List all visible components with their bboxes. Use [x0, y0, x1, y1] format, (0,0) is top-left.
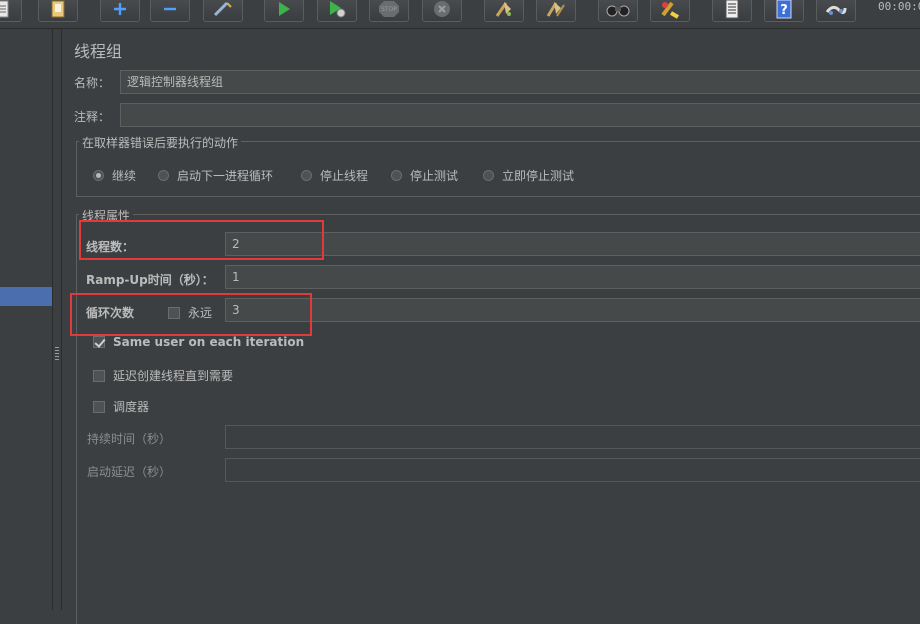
stop-icon[interactable]: STOP: [369, 0, 409, 22]
duration-label: 持续时间（秒）: [87, 432, 172, 446]
clear-all-icon[interactable]: [536, 0, 576, 22]
error-action-legend: 在取样器错误后要执行的动作: [79, 134, 242, 151]
start-no-pause-icon[interactable]: [317, 0, 357, 22]
comment-field[interactable]: [120, 103, 920, 127]
delay-thread-creation-checkbox[interactable]: 延迟创建线程直到需要: [93, 367, 233, 384]
comment-label: 注释：: [74, 110, 111, 124]
radio-stop-thread[interactable]: 停止线程: [301, 167, 368, 184]
svg-text:STOP: STOP: [381, 6, 397, 13]
svg-text:?: ?: [780, 3, 788, 18]
start-icon[interactable]: [264, 0, 304, 22]
clear-icon[interactable]: [484, 0, 524, 22]
startup-delay-label: 启动延迟（秒）: [87, 465, 172, 479]
radio-stop-test-now[interactable]: 立即停止测试: [483, 167, 574, 184]
same-user-checkbox-box[interactable]: [93, 336, 105, 348]
radio-start-next-loop-dot[interactable]: [158, 170, 169, 181]
delay-thread-creation-label: 延迟创建线程直到需要: [113, 369, 234, 383]
radio-stop-test-now-dot[interactable]: [483, 170, 494, 181]
same-user-label: Same user on each iteration: [113, 335, 305, 349]
radio-start-next-loop[interactable]: 启动下一进程循环: [158, 167, 273, 184]
loop-count-field[interactable]: 3: [225, 298, 920, 322]
splitter-grip-icon[interactable]: [55, 347, 59, 361]
rampup-field[interactable]: 1: [225, 265, 920, 289]
remote-icon[interactable]: [816, 0, 856, 22]
name-field[interactable]: 逻辑控制器线程组: [120, 70, 920, 94]
help-icon[interactable]: ?: [764, 0, 804, 22]
thread-count-field[interactable]: 2: [225, 232, 920, 256]
radio-stop-test[interactable]: 停止测试: [391, 167, 458, 184]
rampup-label: Ramp-Up时间（秒）：: [86, 273, 214, 287]
page-title: 线程组: [74, 42, 123, 61]
same-user-checkbox[interactable]: Same user on each iteration: [93, 335, 304, 349]
templates-icon[interactable]: [38, 0, 78, 22]
delay-thread-creation-checkbox-box[interactable]: [93, 369, 105, 382]
radio-continue-dot[interactable]: [93, 170, 104, 181]
highlight-loop-count: [70, 293, 312, 336]
template-icon[interactable]: [0, 0, 22, 22]
scheduler-checkbox[interactable]: 调度器: [93, 398, 149, 415]
elapsed-timer: 00:00:0: [878, 0, 920, 13]
tree-selected-node[interactable]: [0, 287, 52, 306]
radio-stop-test-now-label: 立即停止测试: [502, 169, 575, 183]
name-label: 名称：: [74, 76, 111, 90]
thread-group-panel: 线程组 名称： 逻辑控制器线程组 注释： 在取样器错误后要执行的动作 继续 启动…: [62, 29, 920, 624]
toolbar: STOP ? 00:00:0: [0, 0, 920, 29]
toggle-icon[interactable]: [203, 0, 243, 22]
radio-start-next-loop-label: 启动下一进程循环: [177, 169, 274, 183]
scheduler-label: 调度器: [113, 400, 150, 414]
function-helper-icon[interactable]: [712, 0, 752, 22]
radio-stop-thread-label: 停止线程: [320, 169, 369, 183]
shutdown-icon[interactable]: [422, 0, 462, 22]
splitter[interactable]: [52, 29, 62, 610]
reset-search-icon[interactable]: [650, 0, 690, 22]
radio-stop-test-label: 停止测试: [410, 169, 459, 183]
test-plan-tree[interactable]: [0, 29, 52, 610]
expand-icon[interactable]: [100, 0, 140, 22]
radio-stop-test-dot[interactable]: [391, 170, 402, 181]
radio-continue-label: 继续: [112, 169, 137, 183]
startup-delay-field[interactable]: [225, 458, 920, 482]
highlight-thread-count: [79, 220, 324, 260]
collapse-icon[interactable]: [150, 0, 190, 22]
duration-field[interactable]: [225, 425, 920, 449]
radio-stop-thread-dot[interactable]: [301, 170, 312, 181]
search-icon[interactable]: [598, 0, 638, 22]
scheduler-checkbox-box[interactable]: [93, 400, 105, 413]
radio-continue[interactable]: 继续: [93, 167, 136, 184]
